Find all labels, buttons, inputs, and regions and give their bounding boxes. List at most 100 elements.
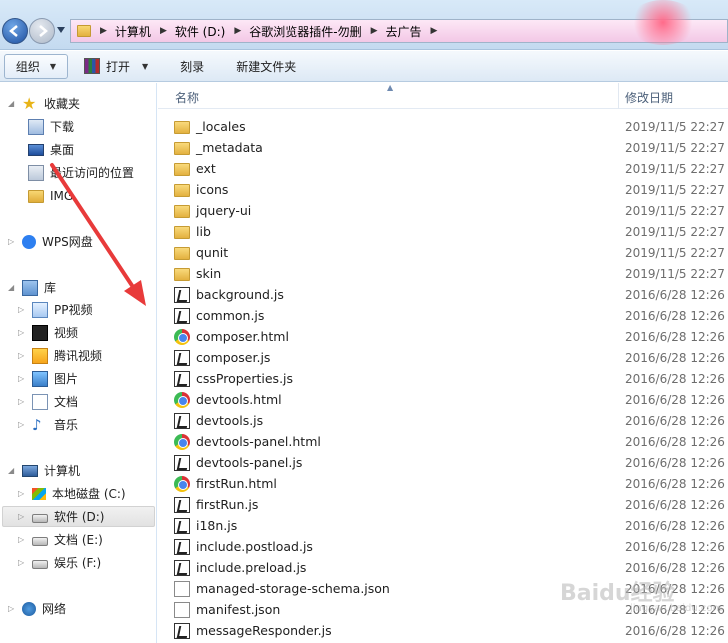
- column-header-name[interactable]: 名称: [175, 89, 199, 106]
- file-row[interactable]: messageResponder.js 2016/6/28 12:26: [174, 620, 728, 641]
- file-name: devtools-panel.html: [196, 434, 321, 449]
- folder-icon: [174, 183, 190, 197]
- file-row[interactable]: _metadata 2019/11/5 22:27: [174, 137, 728, 158]
- breadcrumb-arrow-icon[interactable]: ▶: [160, 26, 167, 36]
- sidebar-item-documents[interactable]: ▷ 文档: [18, 391, 78, 412]
- file-row[interactable]: cssProperties.js 2016/6/28 12:26: [174, 368, 728, 389]
- js-file-icon: [174, 559, 190, 576]
- sidebar-item-tencent[interactable]: ▷ 腾讯视频: [18, 345, 102, 366]
- file-row[interactable]: _locales 2019/11/5 22:27: [174, 116, 728, 137]
- sidebar-item-label: 音乐: [54, 418, 79, 432]
- file-modified-date: 2016/6/28 12:26: [625, 308, 725, 323]
- sidebar-item-network[interactable]: ▷ 网络: [8, 598, 66, 619]
- file-row[interactable]: qunit 2019/11/5 22:27: [174, 242, 728, 263]
- js-file-icon: [174, 496, 190, 513]
- file-name: background.js: [196, 287, 284, 302]
- sidebar-item-img[interactable]: IMG: [28, 185, 73, 206]
- expand-triangle-icon[interactable]: ▷: [18, 351, 26, 360]
- expand-triangle-icon[interactable]: ▷: [18, 489, 26, 498]
- js-file-icon: [174, 454, 190, 471]
- file-row[interactable]: background.js 2016/6/28 12:26: [174, 284, 728, 305]
- new-folder-button[interactable]: 新建文件夹: [226, 54, 306, 79]
- open-label: 打开: [106, 59, 131, 74]
- organize-button[interactable]: 组织 ▼: [4, 53, 68, 79]
- collapse-triangle-icon[interactable]: ◢: [8, 466, 16, 475]
- expand-triangle-icon[interactable]: ▷: [18, 374, 26, 383]
- sidebar-item-recent[interactable]: 最近访问的位置: [28, 162, 134, 183]
- breadcrumb-arrow-icon[interactable]: ▶: [431, 26, 438, 36]
- sidebar-item-wps[interactable]: ▷ WPS网盘: [8, 231, 93, 252]
- file-row[interactable]: icons 2019/11/5 22:27: [174, 179, 728, 200]
- collapse-triangle-icon[interactable]: ◢: [8, 99, 16, 108]
- breadcrumb-item-drive-d[interactable]: 软件 (D:): [175, 23, 225, 40]
- file-row[interactable]: firstRun.html 2016/6/28 12:26: [174, 473, 728, 494]
- file-row[interactable]: skin 2019/11/5 22:27: [174, 263, 728, 284]
- collapse-triangle-icon[interactable]: ◢: [8, 283, 16, 292]
- breadcrumb-arrow-icon[interactable]: ▶: [371, 26, 378, 36]
- file-name: include.preload.js: [196, 560, 307, 575]
- expand-triangle-icon[interactable]: ▷: [8, 604, 16, 613]
- sidebar-item-music[interactable]: ▷ ♪ 音乐: [18, 414, 78, 435]
- sidebar-item-downloads[interactable]: 下载: [28, 116, 74, 137]
- sidebar-item-favorites[interactable]: ◢ ★ 收藏夹: [8, 93, 80, 114]
- expand-triangle-icon[interactable]: ▷: [18, 512, 26, 521]
- expand-triangle-icon[interactable]: ▷: [8, 237, 16, 246]
- expand-triangle-icon[interactable]: ▷: [18, 420, 26, 429]
- breadcrumb-arrow-icon[interactable]: ▶: [100, 26, 107, 36]
- file-row[interactable]: firstRun.js 2016/6/28 12:26: [174, 494, 728, 515]
- sidebar-item-drive-d[interactable]: ▷ 软件 (D:): [2, 506, 155, 527]
- burn-button[interactable]: 刻录: [170, 54, 214, 79]
- sidebar-item-libraries[interactable]: ◢ 库: [8, 277, 56, 298]
- sidebar-item-label: 娱乐 (F:): [54, 556, 102, 570]
- expand-triangle-icon[interactable]: ▷: [18, 397, 26, 406]
- file-row[interactable]: composer.js 2016/6/28 12:26: [174, 347, 728, 368]
- sidebar-item-pictures[interactable]: ▷ 图片: [18, 368, 78, 389]
- sidebar-item-label: 文档: [54, 395, 79, 409]
- file-row[interactable]: devtools-panel.html 2016/6/28 12:26: [174, 431, 728, 452]
- expand-triangle-icon[interactable]: ▷: [18, 535, 26, 544]
- js-file-icon: [174, 538, 190, 555]
- sidebar-item-drive-c[interactable]: ▷ 本地磁盘 (C:): [18, 483, 126, 504]
- column-divider[interactable]: [618, 83, 619, 109]
- file-name: lib: [196, 224, 211, 239]
- file-row[interactable]: lib 2019/11/5 22:27: [174, 221, 728, 242]
- music-note-icon: ♪: [32, 415, 42, 434]
- file-row[interactable]: devtools.js 2016/6/28 12:26: [174, 410, 728, 431]
- command-bar: 组织 ▼ 打开 ▼ 刻录 新建文件夹: [0, 51, 728, 82]
- file-row[interactable]: jquery-ui 2019/11/5 22:27: [174, 200, 728, 221]
- breadcrumb-item-plugin-folder[interactable]: 谷歌浏览器插件-勿删: [249, 23, 361, 40]
- breadcrumb-item-computer[interactable]: 计算机: [115, 23, 151, 40]
- sidebar-item-computer[interactable]: ◢ 计算机: [8, 460, 80, 481]
- pictures-icon: [32, 370, 48, 387]
- file-row[interactable]: composer.html 2016/6/28 12:26: [174, 326, 728, 347]
- file-name: composer.js: [196, 350, 271, 365]
- open-button[interactable]: 打开 ▼: [74, 54, 158, 79]
- file-name: include.postload.js: [196, 539, 313, 554]
- file-name: qunit: [196, 245, 229, 260]
- expand-triangle-icon[interactable]: ▷: [18, 328, 26, 337]
- expand-triangle-icon[interactable]: ▷: [18, 558, 26, 567]
- history-dropdown-icon[interactable]: [57, 27, 65, 33]
- sidebar-item-desktop[interactable]: 桌面: [28, 139, 74, 160]
- breadcrumb-arrow-icon[interactable]: ▶: [234, 26, 241, 36]
- file-row[interactable]: include.postload.js 2016/6/28 12:26: [174, 536, 728, 557]
- file-row[interactable]: common.js 2016/6/28 12:26: [174, 305, 728, 326]
- sidebar-item-drive-e[interactable]: ▷ 文档 (E:): [18, 529, 103, 550]
- folder-icon: [174, 120, 190, 134]
- sidebar-item-drive-f[interactable]: ▷ 娱乐 (F:): [18, 552, 101, 573]
- column-header-date[interactable]: 修改日期: [625, 89, 673, 106]
- file-row[interactable]: devtools.html 2016/6/28 12:26: [174, 389, 728, 410]
- computer-icon: [22, 464, 38, 477]
- expand-triangle-icon[interactable]: ▷: [18, 305, 26, 314]
- sort-ascending-icon: ▲: [387, 83, 394, 92]
- file-row[interactable]: i18n.js 2016/6/28 12:26: [174, 515, 728, 536]
- breadcrumb-item-current[interactable]: 去广告: [386, 23, 422, 40]
- sidebar-item-label: 下载: [50, 120, 75, 134]
- file-row[interactable]: ext 2019/11/5 22:27: [174, 158, 728, 179]
- file-row[interactable]: devtools-panel.js 2016/6/28 12:26: [174, 452, 728, 473]
- forward-button[interactable]: [29, 18, 55, 44]
- sidebar-item-pp[interactable]: ▷ PP视频: [18, 299, 92, 320]
- back-button[interactable]: [2, 18, 28, 44]
- file-name: cssProperties.js: [196, 371, 294, 386]
- sidebar-item-videos[interactable]: ▷ 视频: [18, 322, 78, 343]
